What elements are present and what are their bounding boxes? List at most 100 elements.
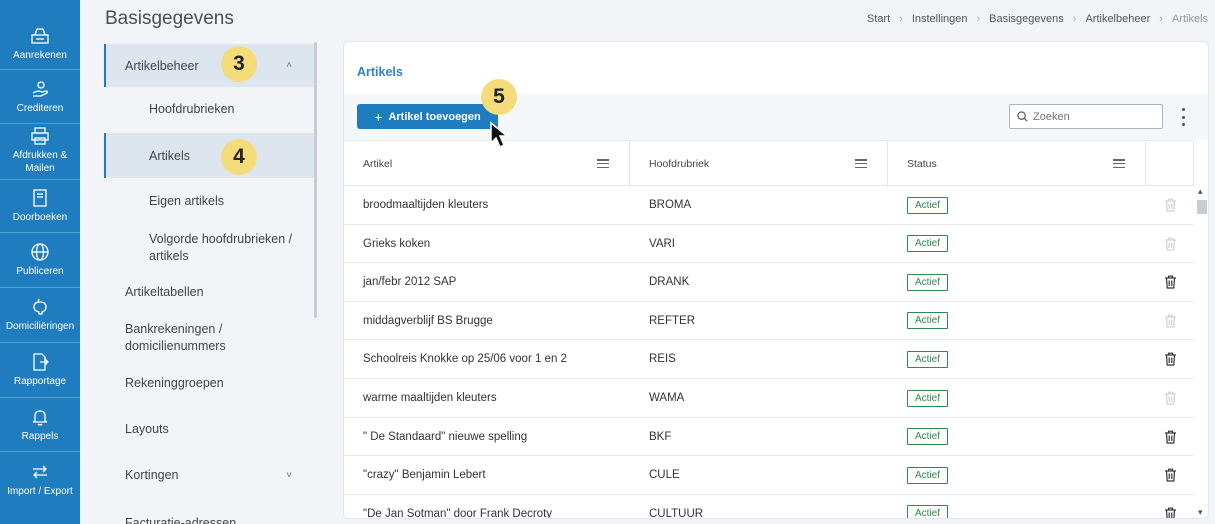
- subnav-item-layouts[interactable]: Layouts: [104, 408, 314, 450]
- rail-item-crediteren[interactable]: Crediteren: [0, 70, 80, 124]
- settings-subnav: Artikelbeheer ˄ Hoofdrubrieken Artikels …: [104, 42, 318, 524]
- table-row[interactable]: middagverblijf BS Brugge REFTER Actief: [344, 302, 1194, 341]
- table-row[interactable]: "crazy" Benjamin Lebert CULE Actief: [344, 456, 1194, 495]
- artikels-card: Artikels + Artikel toevoegen Artikel Hoo…: [343, 41, 1209, 519]
- status-badge: Actief: [907, 466, 949, 484]
- trash-icon[interactable]: [1164, 430, 1177, 444]
- breadcrumb-artikelbeheer[interactable]: Artikelbeheer: [1085, 13, 1150, 25]
- subnav-item-label: Volgorde hoofdrubrieken / artikels: [149, 232, 293, 263]
- trash-icon: [1165, 198, 1176, 212]
- column-label: Artikel: [363, 157, 393, 170]
- breadcrumb-start[interactable]: Start: [867, 13, 890, 25]
- cell-status: Actief: [907, 379, 949, 417]
- rail-item-label: Import / Export: [7, 486, 73, 497]
- scroll-down-icon[interactable]: ▾: [1198, 507, 1203, 518]
- hand-money-icon: [32, 81, 48, 97]
- cell-status: Actief: [907, 495, 949, 518]
- subnav-item-volgorde[interactable]: Volgorde hoofdrubrieken / artikels: [104, 228, 304, 268]
- subnav-item-artikeltabellen[interactable]: Artikeltabellen: [104, 271, 314, 313]
- column-menu-icon[interactable]: [855, 159, 867, 168]
- column-label: Status: [907, 157, 937, 170]
- rail-item-import-export[interactable]: Import / Export: [0, 452, 80, 524]
- rail-item-aanrekenen[interactable]: Aanrekenen: [0, 0, 80, 70]
- subnav-item-artikelbeheer[interactable]: Artikelbeheer ˄: [104, 44, 314, 87]
- cell-status: Actief: [907, 340, 949, 378]
- cell-hoofdrubriek: BKF: [649, 430, 672, 443]
- status-badge: Actief: [907, 235, 949, 253]
- status-badge: Actief: [907, 389, 949, 407]
- trash-icon[interactable]: [1164, 468, 1177, 482]
- trash-icon[interactable]: [1164, 352, 1177, 366]
- rail-item-label: Crediteren: [16, 103, 64, 114]
- status-badge: Actief: [907, 505, 949, 518]
- trash-icon[interactable]: [1164, 507, 1177, 519]
- status-badge: Actief: [907, 428, 949, 446]
- cell-artikel: " De Standaard" nieuwe spelling: [363, 430, 528, 443]
- rail-item-label: Aanrekenen: [13, 50, 67, 61]
- status-badge: Actief: [907, 312, 949, 330]
- cell-artikel: Grieks koken: [363, 237, 431, 250]
- more-options-icon[interactable]: [1178, 108, 1188, 126]
- table-scrollbar[interactable]: ▴ ▾: [1194, 186, 1208, 518]
- column-header-hoofdrubriek[interactable]: Hoofdrubriek: [630, 141, 888, 186]
- search-box[interactable]: [1009, 104, 1163, 129]
- table-row[interactable]: warme maaltijden kleuters WAMA Actief: [344, 379, 1194, 418]
- status-badge: Actief: [907, 273, 949, 291]
- cell-artikel: warme maaltijden kleuters: [363, 392, 497, 404]
- globe-icon: [31, 243, 49, 261]
- breadcrumb-instellingen[interactable]: Instellingen: [912, 13, 968, 25]
- table-row[interactable]: broodmaaltijden kleuters BROMA Actief: [344, 186, 1194, 225]
- bell-icon: [32, 410, 48, 426]
- subnav-item-hoofdrubrieken[interactable]: Hoofdrubrieken: [104, 87, 314, 131]
- main-navigation-rail: Aanrekenen Crediteren Afdrukken & Mailen…: [0, 0, 80, 524]
- add-artikel-button[interactable]: + Artikel toevoegen: [357, 104, 498, 129]
- piggy-bank-icon: [33, 298, 47, 315]
- subnav-item-rekeninggroepen[interactable]: Rekeninggroepen: [104, 362, 314, 404]
- breadcrumb-basisgegevens[interactable]: Basisgegevens: [989, 13, 1064, 25]
- cell-status: Actief: [907, 186, 949, 224]
- step-badge-5: 5: [481, 79, 517, 115]
- subnav-item-label: Artikeltabellen: [125, 285, 204, 299]
- cell-artikel: "De Jan Sotman" door Frank Decroty: [363, 507, 553, 519]
- subnav-item-bankrekeningen[interactable]: Bankrekeningen / domicilienummers: [104, 318, 254, 358]
- cell-status: Actief: [907, 263, 949, 301]
- column-menu-icon[interactable]: [1113, 159, 1125, 168]
- subnav-item-artikels[interactable]: Artikels: [104, 133, 314, 178]
- chevron-down-icon: ˅: [286, 469, 292, 481]
- subnav-scrollbar[interactable]: [314, 42, 317, 318]
- cell-artikel: "crazy" Benjamin Lebert: [363, 469, 486, 482]
- subnav-item-eigen-artikels[interactable]: Eigen artikels: [104, 179, 314, 223]
- step-badge-4: 4: [221, 139, 257, 175]
- search-input[interactable]: [1033, 110, 1153, 123]
- rail-item-rappels[interactable]: Rappels: [0, 398, 80, 452]
- scroll-up-icon[interactable]: ▴: [1198, 186, 1203, 197]
- rail-item-doorboeken[interactable]: Doorboeken: [0, 180, 80, 233]
- rail-item-domicilieringen[interactable]: Domiciliëringen: [0, 288, 80, 343]
- subnav-item-label: Artikelbeheer: [125, 58, 199, 73]
- cell-artikel: Schoolreis Knokke op 25/06 voor 1 en 2: [363, 353, 567, 366]
- rail-item-publiceren[interactable]: Publiceren: [0, 233, 80, 288]
- table-row[interactable]: jan/febr 2012 SAP DRANK Actief: [344, 263, 1194, 302]
- cell-hoofdrubriek: WAMA: [649, 392, 685, 404]
- cell-artikel: middagverblijf BS Brugge: [363, 314, 493, 327]
- table-row[interactable]: "De Jan Sotman" door Frank Decroty CULTUU…: [344, 495, 1194, 519]
- rail-item-afdrukken[interactable]: Afdrukken & Mailen: [0, 124, 80, 180]
- scrollbar-thumb[interactable]: [1197, 200, 1207, 214]
- column-header-status[interactable]: Status: [888, 141, 1146, 186]
- cell-artikel: broodmaaltijden kleuters: [363, 199, 489, 211]
- swap-arrows-icon: [33, 465, 47, 479]
- export-file-icon: [33, 353, 49, 371]
- trash-icon[interactable]: [1164, 275, 1177, 289]
- column-menu-icon[interactable]: [597, 159, 609, 168]
- column-header-artikel[interactable]: Artikel: [344, 141, 630, 186]
- subnav-item-kortingen[interactable]: Kortingen ˅: [104, 454, 314, 496]
- table-row[interactable]: " De Standaard" nieuwe spelling BKF Actief: [344, 418, 1194, 457]
- subnav-item-label: Artikels: [149, 148, 190, 163]
- status-badge: Actief: [907, 196, 949, 214]
- subnav-item-facturatie-adressen[interactable]: Facturatie-adressen: [104, 508, 314, 524]
- table-row[interactable]: Grieks koken VARI Actief: [344, 225, 1194, 264]
- table-row[interactable]: Schoolreis Knokke op 25/06 voor 1 en 2 RE…: [344, 340, 1194, 379]
- cell-artikel: jan/febr 2012 SAP: [363, 276, 457, 289]
- rail-item-rapportage[interactable]: Rapportage: [0, 343, 80, 398]
- rail-item-label: Rapportage: [13, 376, 67, 387]
